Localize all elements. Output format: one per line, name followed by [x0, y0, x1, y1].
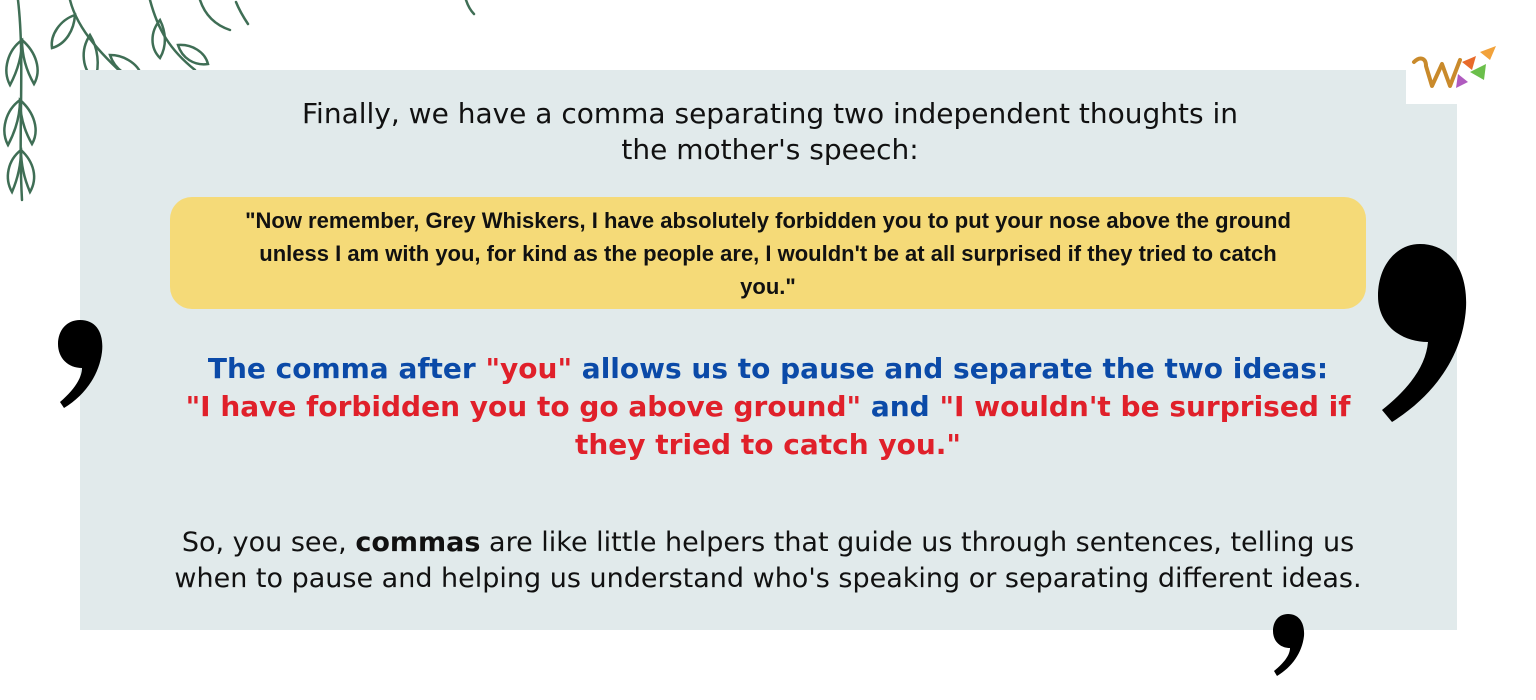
- explanation-line: The comma after "you" allows us to pause…: [150, 350, 1386, 388]
- comma-icon: [1273, 614, 1305, 676]
- summary-segment: So, you see,: [181, 527, 356, 558]
- intro-line: Finally, we have a comma separating two …: [301, 97, 1239, 130]
- quote-line: "Now remember, Grey Whiskers, I have abs…: [245, 207, 1291, 233]
- idea-two: they tried to catch you.": [574, 428, 962, 461]
- idea-one: "I have forbidden you to go above ground…: [185, 390, 862, 423]
- summary-line: So, you see, commas are like little help…: [90, 525, 1446, 561]
- keyword-commas: commas: [355, 527, 481, 558]
- explanation-text: The comma after "you" allows us to pause…: [150, 350, 1386, 464]
- summary-text: So, you see, commas are like little help…: [90, 525, 1446, 597]
- quote-line: unless I am with you, for kind as the pe…: [259, 240, 1277, 266]
- explanation-line: they tried to catch you.": [150, 426, 1386, 464]
- explanation-segment: The comma after: [207, 352, 486, 385]
- quote-box: "Now remember, Grey Whiskers, I have abs…: [170, 197, 1366, 309]
- brand-logo-icon: [1412, 46, 1496, 88]
- idea-two: "I wouldn't be surprised if: [939, 390, 1351, 423]
- explanation-segment: allows us to pause and separate the two …: [572, 352, 1329, 385]
- explanation-segment: and: [861, 390, 940, 423]
- summary-line: when to pause and helping us understand …: [174, 563, 1362, 594]
- quote-text: "Now remember, Grey Whiskers, I have abs…: [183, 204, 1353, 303]
- intro-text: Finally, we have a comma separating two …: [190, 96, 1350, 168]
- comma-icon: [58, 320, 103, 408]
- summary-segment: are like little helpers that guide us th…: [480, 527, 1355, 558]
- explanation-line: "I have forbidden you to go above ground…: [150, 388, 1386, 426]
- brand-logo: [1406, 42, 1500, 104]
- highlighted-word: "you": [485, 352, 573, 385]
- intro-line: the mother's speech:: [621, 133, 919, 166]
- quote-line: you.": [740, 273, 796, 299]
